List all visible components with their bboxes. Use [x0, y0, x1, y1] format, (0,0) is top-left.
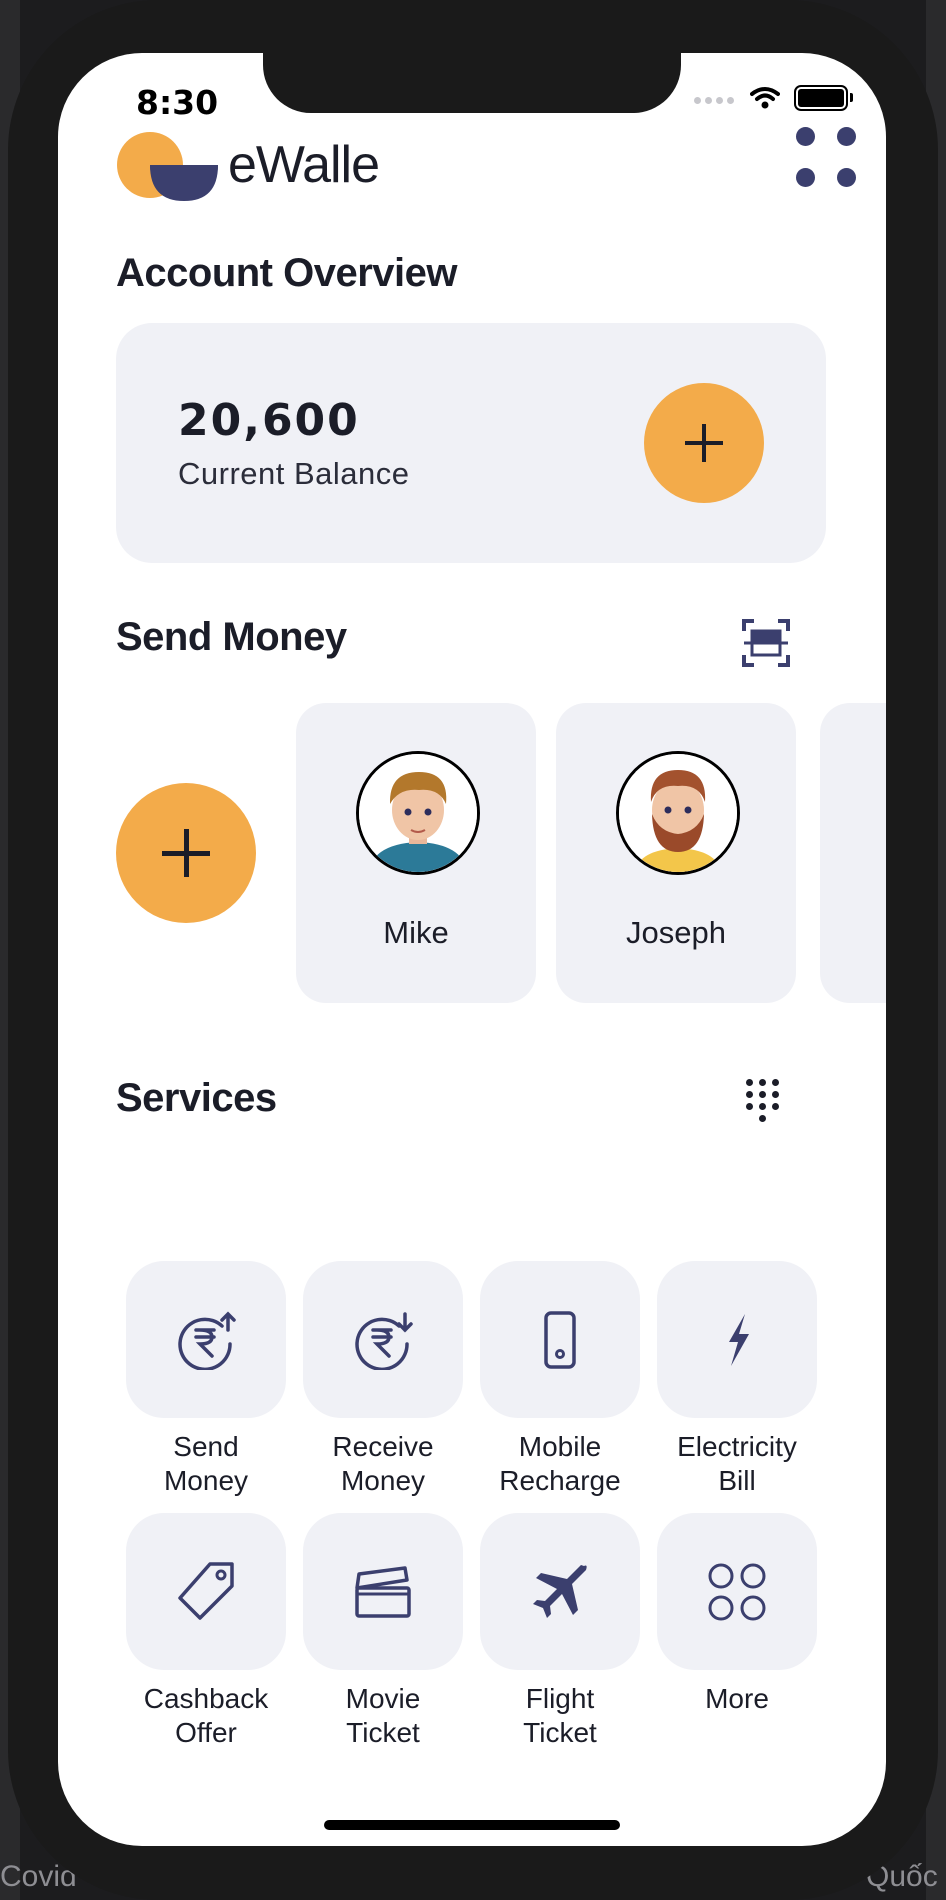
balance-card: 20,600 Current Balance	[116, 323, 826, 563]
service-label-line1: Electricity	[677, 1431, 797, 1462]
service-label-line2: Bill	[718, 1465, 756, 1496]
contact-name: Joseph	[626, 915, 726, 950]
service-label-line2: Offer	[175, 1717, 237, 1748]
services-title: Services	[116, 1076, 277, 1120]
service-tile[interactable]	[480, 1513, 640, 1670]
service-mobile-recharge[interactable]: Mobile Recharge	[480, 1261, 640, 1498]
airplane-icon	[533, 1564, 587, 1618]
service-tile[interactable]	[126, 1513, 286, 1670]
balance-label: Current Balance	[178, 456, 410, 491]
service-label-line1: More	[705, 1683, 769, 1714]
phone-notch	[263, 53, 681, 113]
service-label-line2: Recharge	[499, 1465, 621, 1496]
signal-icon	[692, 89, 736, 108]
app-logo-icon	[117, 132, 218, 201]
service-electricity-bill[interactable]: Electricity Bill	[657, 1261, 817, 1498]
service-send-money[interactable]: Send Money	[126, 1261, 286, 1498]
status-icons	[692, 85, 853, 111]
wifi-icon	[750, 87, 780, 109]
service-label-line1: Flight	[525, 1683, 595, 1714]
add-contact-button[interactable]	[116, 783, 256, 923]
send-money-title: Send Money	[116, 615, 347, 659]
ticket-icon	[355, 1565, 411, 1618]
home-indicator[interactable]	[324, 1820, 620, 1830]
service-label-line1: Mobile	[518, 1431, 602, 1462]
service-label-line2: Money	[163, 1465, 249, 1496]
service-tile[interactable]	[303, 1261, 463, 1418]
service-tile[interactable]	[480, 1261, 640, 1418]
receive-money-icon	[355, 1311, 413, 1370]
service-label-line1: Cashback	[143, 1683, 269, 1714]
service-flight-ticket[interactable]: Flight Ticket	[480, 1513, 640, 1750]
tag-icon	[178, 1561, 234, 1620]
service-label-line2: Ticket	[346, 1717, 420, 1748]
app-brand-name: eWalle	[228, 136, 380, 194]
service-label-line2: Money	[340, 1465, 426, 1496]
lightning-icon	[729, 1313, 749, 1366]
service-more[interactable]: More	[657, 1513, 817, 1716]
account-overview-title: Account Overview	[116, 251, 458, 295]
battery-icon	[794, 85, 853, 111]
contact-card-joseph[interactable]: Joseph	[556, 703, 796, 1003]
contact-card-partial[interactable]	[820, 703, 886, 1003]
service-receive-money[interactable]: Receive Money	[303, 1261, 463, 1498]
service-tile[interactable]	[657, 1513, 817, 1670]
service-cashback-offer[interactable]: Cashback Offer	[126, 1513, 286, 1750]
mobile-icon	[544, 1310, 576, 1369]
service-label-line2: Ticket	[523, 1717, 597, 1748]
dialpad-icon[interactable]	[746, 1079, 780, 1129]
menu-icon[interactable]	[796, 127, 856, 187]
grid-icon	[708, 1563, 766, 1620]
service-tile[interactable]	[657, 1261, 817, 1418]
status-time: 8:30	[136, 83, 219, 122]
service-label-line1: Send	[173, 1431, 239, 1462]
add-funds-button[interactable]	[644, 383, 764, 503]
service-tile[interactable]	[126, 1261, 286, 1418]
service-tile[interactable]	[303, 1513, 463, 1670]
service-movie-ticket[interactable]: Movie Ticket	[303, 1513, 463, 1750]
avatar	[356, 751, 480, 875]
scan-icon[interactable]	[742, 619, 790, 667]
app-screen: 8:30 eWalle Account Overview 20,600 Curr…	[58, 53, 886, 1846]
service-label-line1: Movie	[345, 1683, 421, 1714]
balance-amount: 20,600	[178, 395, 360, 446]
contact-name: Mike	[383, 915, 449, 950]
contact-card-mike[interactable]: Mike	[296, 703, 536, 1003]
send-money-icon	[178, 1311, 236, 1370]
avatar	[616, 751, 740, 875]
service-label-line1: Receive	[332, 1431, 434, 1462]
